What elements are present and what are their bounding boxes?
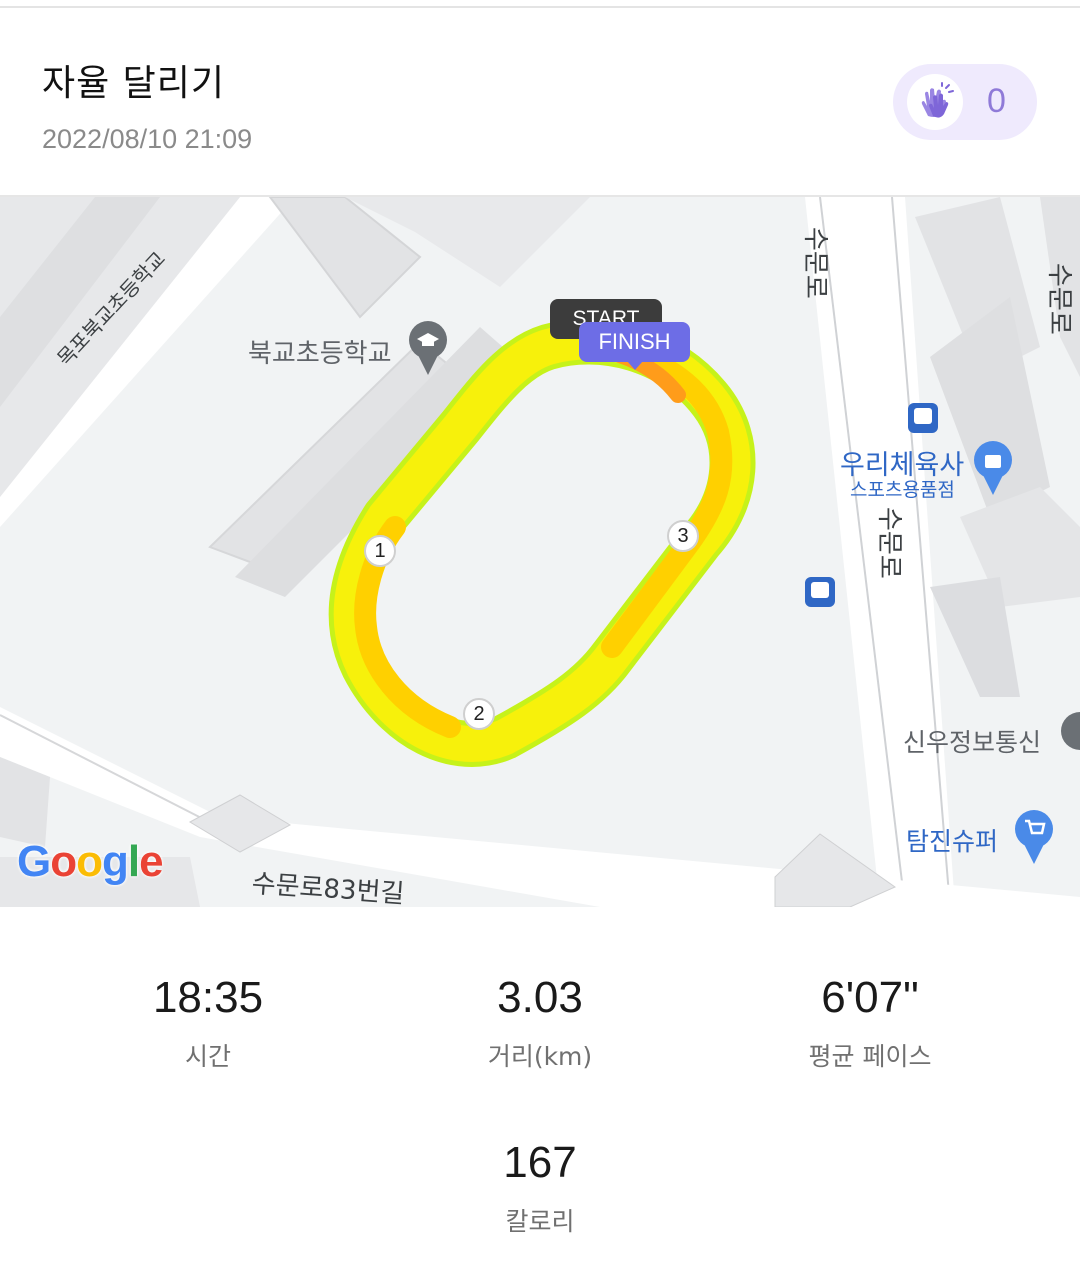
stat-pace-label: 평균 페이스	[808, 1042, 932, 1071]
route-finish-tag: FINISH	[579, 322, 690, 362]
km-marker-1: 1	[364, 535, 396, 567]
stat-time: 18:35 시간	[38, 973, 378, 1073]
finish-tag-pointer	[627, 361, 643, 370]
stat-calories: 167 칼로리	[370, 1138, 710, 1238]
supermarket-poi-label[interactable]: 탐진슈퍼	[906, 822, 998, 858]
clap-count: 0	[987, 82, 1006, 120]
stat-pace-value: 6'07"	[821, 973, 919, 1022]
activity-date: 2022/08/10 21:09	[42, 124, 253, 154]
road-label-suburo-mid: 수문로	[874, 507, 904, 579]
road-label-suburo-top: 수문로	[800, 227, 830, 299]
road-label-suburo-right: 수문로	[1044, 263, 1074, 335]
clap-button[interactable]: 0	[893, 64, 1037, 140]
stat-distance-value: 3.03	[497, 973, 583, 1022]
google-logo: Google	[17, 837, 164, 886]
km-marker-2: 2	[463, 698, 495, 730]
clap-icon-badge	[907, 74, 963, 130]
stat-calories-label: 칼로리	[505, 1207, 575, 1236]
km-marker-3: 3	[667, 520, 699, 552]
stat-time-label: 시간	[184, 1042, 231, 1071]
stat-calories-value: 167	[503, 1138, 577, 1187]
activity-header: 자율 달리기 2022/08/10 21:09 0	[0, 8, 1080, 196]
stat-distance-label: 거리(km)	[487, 1042, 593, 1071]
map-base-layer	[0, 197, 1080, 907]
sports-store-category-label[interactable]: 스포츠용품점	[850, 475, 955, 502]
stat-pace: 6'07" 평균 페이스	[700, 973, 1040, 1073]
clapping-hands-icon	[921, 82, 954, 118]
activity-title: 자율 달리기	[42, 63, 226, 104]
stat-distance: 3.03 거리(km)	[370, 973, 710, 1073]
stat-time-value: 18:35	[152, 973, 264, 1022]
school-poi-label[interactable]: 북교초등학교	[248, 333, 392, 370]
route-map[interactable]: 북교초등학교 우리체육사 스포츠용품점 신우정보통신 탐진슈퍼 수문로83번길 …	[0, 197, 1080, 907]
telecom-poi-label[interactable]: 신우정보통신	[903, 723, 1041, 759]
